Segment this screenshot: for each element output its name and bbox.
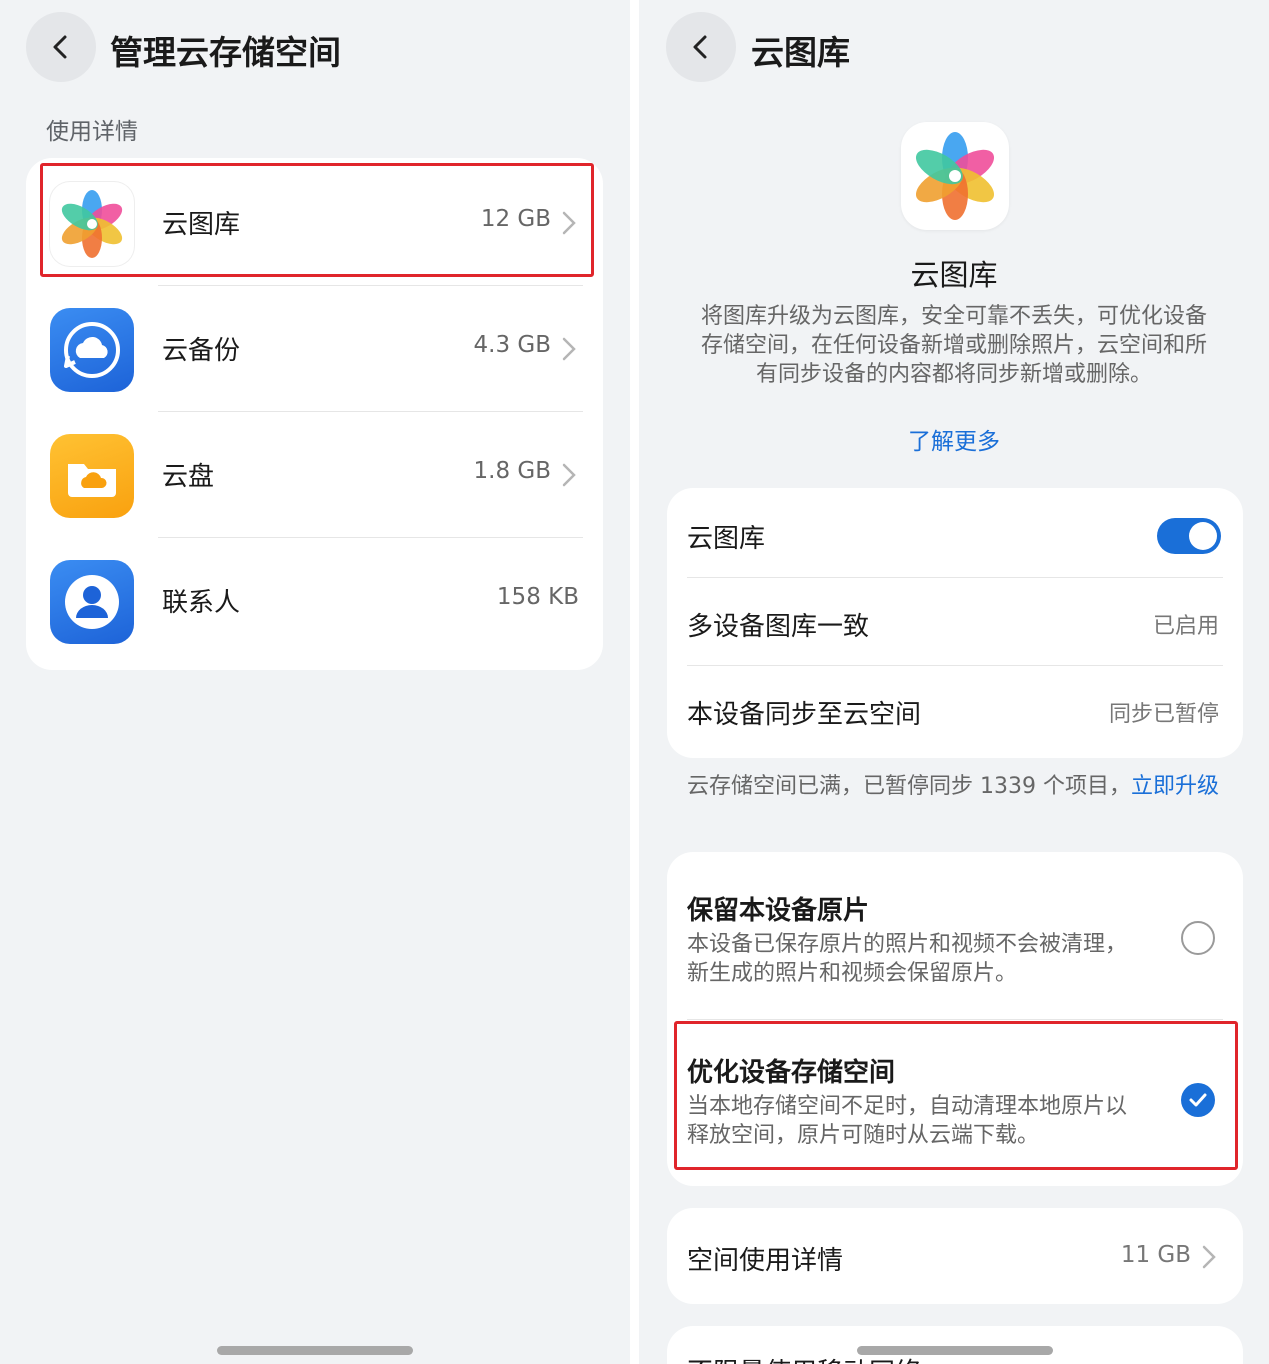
sync-row[interactable]: 本设备同步至云空间 同步已暂停 — [667, 666, 1243, 758]
option-keep-originals[interactable]: 保留本设备原片 本设备已保存原片的照片和视频不会被清理，新生成的照片和视频会保留… — [667, 852, 1243, 1020]
item-size: 158 KB — [496, 584, 579, 610]
highlight-box — [40, 163, 594, 277]
multi-device-row[interactable]: 多设备图库一致 已启用 — [667, 578, 1243, 666]
highlight-box — [674, 1021, 1238, 1170]
section-label: 使用详情 — [46, 119, 138, 145]
toggle-knob — [1189, 522, 1217, 550]
learn-more-link[interactable]: 了解更多 — [639, 422, 1269, 456]
toggle-label: 云图库 — [687, 524, 766, 554]
chevron-left-icon — [693, 35, 707, 59]
item-size: 4.3 GB — [473, 332, 552, 358]
item-name: 云盘 — [162, 462, 215, 492]
back-button[interactable] — [26, 12, 96, 82]
sync-value: 同步已暂停 — [1108, 702, 1219, 727]
list-item-cloud-drive[interactable]: 云盘 1.8 GB — [26, 412, 603, 538]
cloud-backup-icon — [50, 308, 134, 392]
chevron-right-icon — [562, 337, 576, 361]
list-item-contacts[interactable]: 联系人 158 KB — [26, 538, 603, 664]
upgrade-now-link[interactable]: 立即升级 — [1131, 774, 1219, 799]
item-name: 云备份 — [162, 336, 241, 366]
chevron-right-icon — [1202, 1245, 1216, 1269]
app-name: 云图库 — [910, 258, 998, 292]
option-title: 保留本设备原片 — [687, 896, 870, 926]
page-title: 云图库 — [751, 33, 850, 72]
radio-unchecked[interactable] — [1181, 921, 1215, 955]
chevron-left-icon — [53, 35, 67, 59]
settings-card: 云图库 多设备图库一致 已启用 本设备同步至云空间 同步已暂停 — [667, 488, 1243, 758]
notice-text: 云存储空间已满，已暂停同步 1339 个项目， — [687, 774, 1131, 799]
cloud-drive-icon — [50, 434, 134, 518]
app-description: 将图库升级为云图库，安全可靠不丢失，可优化设备存储空间，在任何设备新增或删除照片… — [700, 304, 1207, 387]
contacts-icon — [50, 560, 134, 644]
cloud-gallery-toggle[interactable] — [1157, 518, 1221, 554]
chevron-right-icon — [562, 463, 576, 487]
home-indicator[interactable] — [857, 1346, 1053, 1355]
item-size: 1.8 GB — [473, 458, 552, 484]
cloud-gallery-icon — [901, 122, 1009, 230]
multi-device-value: 已启用 — [1152, 614, 1219, 639]
multi-device-label: 多设备图库一致 — [687, 612, 870, 642]
item-name: 联系人 — [162, 588, 241, 618]
page-title: 管理云存储空间 — [110, 33, 341, 72]
back-button[interactable] — [666, 12, 736, 82]
option-desc: 本设备已保存原片的照片和视频不会被清理，新生成的照片和视频会保留原片。 — [687, 932, 1128, 986]
cloud-gallery-toggle-row[interactable]: 云图库 — [667, 488, 1243, 578]
usage-label: 空间使用详情 — [687, 1246, 844, 1276]
manage-storage-screen: 管理云存储空间 使用详情 云图库 12 GB 云备份 4.3 GB 云盘 1.8… — [0, 0, 630, 1364]
cloud-gallery-screen: 云图库 云图库 将图库升级为云图库，安全可靠不丢失，可优化设备存储空间，在任何设… — [639, 0, 1269, 1364]
list-item-cloud-backup[interactable]: 云备份 4.3 GB — [26, 286, 603, 412]
usage-value: 11 GB — [1120, 1242, 1191, 1268]
home-indicator[interactable] — [217, 1346, 413, 1355]
sync-label: 本设备同步至云空间 — [687, 700, 922, 730]
storage-full-notice: 云存储空间已满，已暂停同步 1339 个项目，立即升级 — [687, 772, 1227, 801]
space-usage-row[interactable]: 空间使用详情 11 GB — [667, 1208, 1243, 1304]
